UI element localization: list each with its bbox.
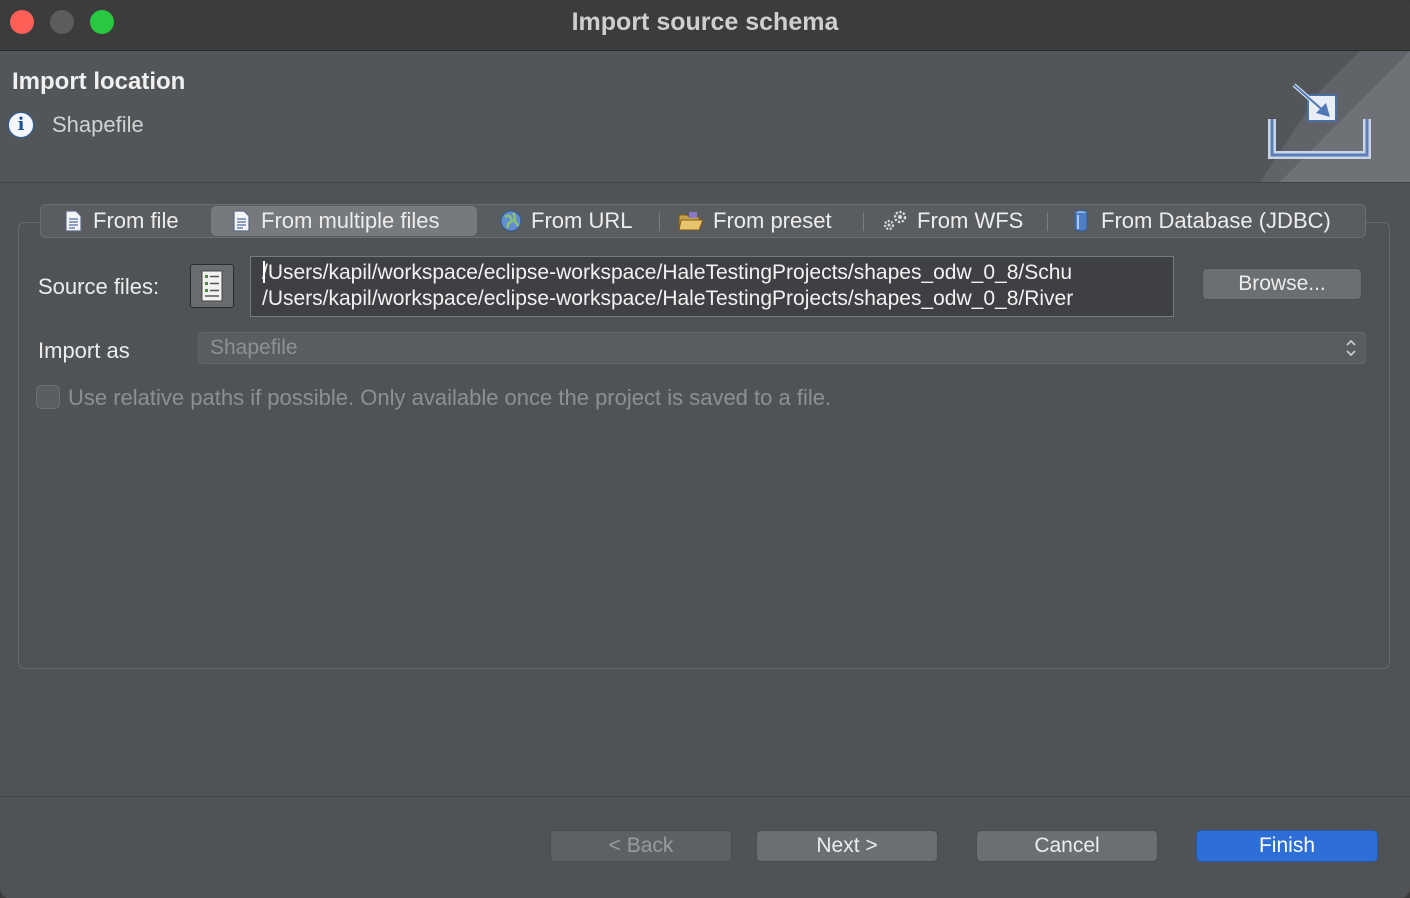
tab-label: From URL <box>531 208 633 233</box>
page-title: Import location <box>12 68 186 95</box>
source-file-path[interactable]: /Users/kapil/workspace/eclipse-workspace… <box>262 260 1173 286</box>
tab-label: From preset <box>713 208 832 233</box>
tab-label: From file <box>93 208 179 233</box>
back-button[interactable]: < Back <box>550 830 732 862</box>
import-tray-icon <box>1260 51 1410 182</box>
source-file-path[interactable]: /Users/kapil/workspace/eclipse-workspace… <box>262 286 1173 312</box>
database-icon <box>1074 210 1088 232</box>
tab-from-preset[interactable]: From preset <box>677 205 832 237</box>
title-bar: Import source schema <box>0 0 1410 51</box>
info-icon: i <box>8 112 34 138</box>
relative-paths-checkbox[interactable] <box>36 385 60 409</box>
tab-label: From multiple files <box>261 208 440 233</box>
tab-label: From WFS <box>917 208 1024 233</box>
import-as-label: Import as <box>38 338 130 363</box>
relative-paths-label: Use relative paths if possible. Only ava… <box>68 385 832 410</box>
source-tabs: From file From multiple files From URL F… <box>40 204 1366 238</box>
documents-icon <box>233 210 250 232</box>
finish-button[interactable]: Finish <box>1196 830 1378 862</box>
document-icon <box>65 210 82 232</box>
next-button[interactable]: Next > <box>756 830 938 862</box>
list-icon <box>201 270 223 302</box>
globe-icon <box>500 210 522 232</box>
tab-separator <box>659 213 660 231</box>
cancel-button[interactable]: Cancel <box>976 830 1158 862</box>
gears-icon <box>883 210 907 231</box>
edit-file-list-button[interactable] <box>190 264 234 308</box>
tab-from-multiple-files[interactable]: From multiple files <box>211 206 477 236</box>
tab-from-wfs[interactable]: From WFS <box>881 205 1023 237</box>
import-as-select[interactable]: Shapefile <box>198 332 1366 364</box>
text-cursor <box>263 261 265 283</box>
import-dialog: Import source schema Import location i S… <box>0 0 1410 898</box>
tab-separator <box>863 213 864 231</box>
tab-label: From Database (JDBC) <box>1101 208 1331 233</box>
page-subtitle: Shapefile <box>52 112 144 137</box>
browse-button[interactable]: Browse... <box>1202 268 1362 300</box>
chevron-up-down-icon <box>1346 339 1356 357</box>
import-as-value: Shapefile <box>210 336 298 359</box>
footer-divider <box>0 796 1410 797</box>
tab-from-url[interactable]: From URL <box>499 205 632 237</box>
tab-from-database[interactable]: From Database (JDBC) <box>1069 205 1331 237</box>
source-files-label: Source files: <box>38 274 160 299</box>
folder-open-icon <box>678 212 704 231</box>
source-files-list[interactable]: /Users/kapil/workspace/eclipse-workspace… <box>250 256 1174 317</box>
wizard-header: Import location i Shapefile <box>0 51 1410 183</box>
tab-separator <box>1047 213 1048 231</box>
window-title: Import source schema <box>571 8 839 36</box>
tab-from-file[interactable]: From file <box>61 205 179 237</box>
